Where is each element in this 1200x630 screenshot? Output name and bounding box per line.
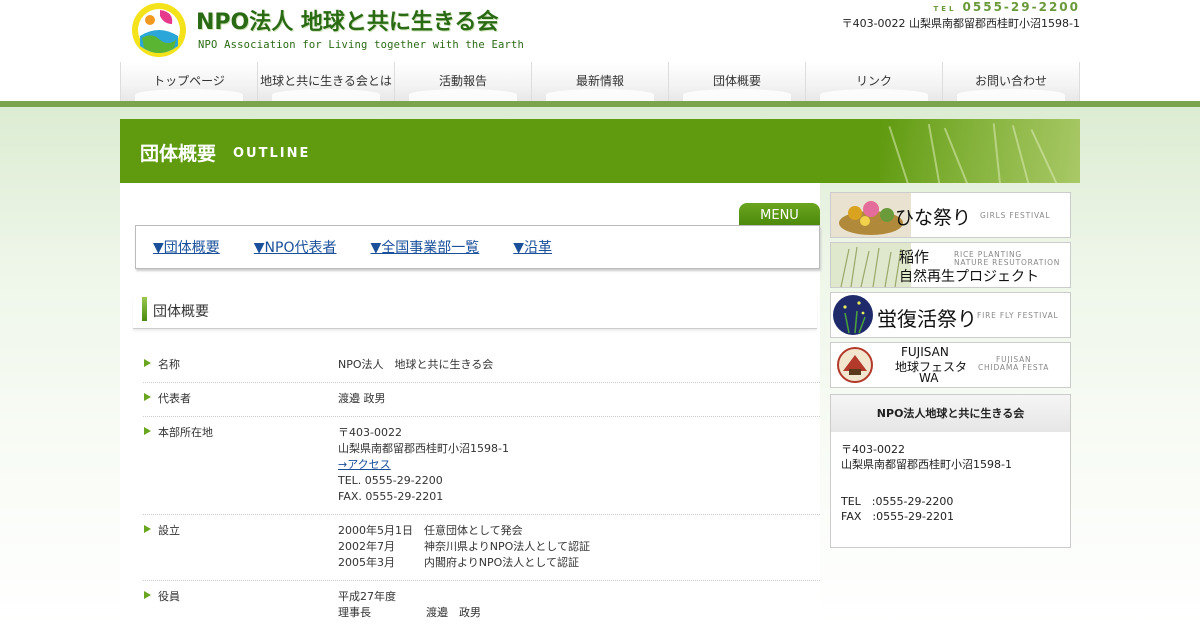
info-value: 渡邉 政男 xyxy=(338,392,386,405)
banner-subtitle-2: NATURE RESUTORATION xyxy=(954,258,1061,267)
banner-subtitle-2: CHIDAMA FESTA xyxy=(978,363,1050,372)
rice-grass-image xyxy=(880,119,1080,183)
history-text: 神奈川県よりNPO法人として認証 xyxy=(424,540,590,553)
logo-subtitle: NPO Association for Living together with… xyxy=(198,39,525,51)
info-value: 平成27年度 理事長 渡邉 政男 xyxy=(338,589,820,621)
banner-title: ひな祭り xyxy=(895,207,972,229)
banner-title: FUJISAN xyxy=(901,345,949,359)
banner-title-3: WA xyxy=(919,371,939,385)
site-header: NPO法人 地球と共に生きる会 NPO Association for Livi… xyxy=(0,0,1200,60)
contact-body: 〒403-0022 山梨県南都留郡西桂町小沼1598-1 TEL :0555-2… xyxy=(831,432,1070,534)
nav-item-outline[interactable]: 団体概要 xyxy=(668,62,805,101)
page-title: 団体概要 xyxy=(140,143,217,165)
menu-link-outline[interactable]: ▼団体概要 xyxy=(153,237,220,257)
contact-box: NPO法人地球と共に生きる会 〒403-0022 山梨県南都留郡西桂町小沼159… xyxy=(830,394,1071,548)
info-row-established: 設立 2000年5月1日 任意団体として発会 2002年7月 神奈川県よりNPO法人… xyxy=(143,515,820,581)
main-content: MENU ▼団体概要 ▼NPO代表者 ▼全国事業部一覧 ▼沿革 団体概要 名称 … xyxy=(120,183,820,630)
hq-address: 山梨県南都留郡西桂町小沼1598-1 xyxy=(338,442,509,455)
nav-item-contact[interactable]: お問い合わせ xyxy=(942,62,1080,101)
contact-title: NPO法人地球と共に生きる会 xyxy=(831,395,1070,432)
nav-item-news[interactable]: 最新情報 xyxy=(531,62,668,101)
contact-tel: TEL :0555-29-2200 xyxy=(841,495,954,508)
contact-fax: FAX :0555-29-2201 xyxy=(841,510,955,523)
logo-earth-icon[interactable] xyxy=(130,2,188,58)
access-link[interactable]: →アクセス xyxy=(338,458,391,471)
hq-fax: FAX. 0555-29-2201 xyxy=(338,490,444,503)
global-nav: トップページ 地球と共に生きる会とは 活動報告 最新情報 団体概要 リンク お問… xyxy=(120,62,1080,101)
info-value: NPO法人 地球と共に生きる会 xyxy=(338,358,494,371)
info-row-headquarters: 本部所在地 〒403-0022 山梨県南都留郡西桂町小沼1598-1 →アクセス… xyxy=(143,417,820,515)
contact-address: 山梨県南都留郡西桂町小沼1598-1 xyxy=(841,458,1012,471)
menu-tab: MENU xyxy=(739,203,820,225)
info-key: 役員 xyxy=(143,589,338,621)
info-key: 本部所在地 xyxy=(143,425,338,505)
hq-tel: TEL. 0555-29-2200 xyxy=(338,474,443,487)
page-title-banner: 団体概要 OUTLINE xyxy=(120,119,1080,183)
info-key: 設立 xyxy=(143,523,338,571)
hq-zip: 〒403-0022 xyxy=(338,426,402,439)
nav-item-about[interactable]: 地球と共に生きる会とは xyxy=(257,62,394,101)
info-row-officers: 役員 平成27年度 理事長 渡邉 政男 xyxy=(143,581,820,630)
menu-link-history[interactable]: ▼沿革 xyxy=(513,237,552,257)
banner-subtitle: FIRE FLY FESTIVAL xyxy=(977,311,1059,320)
history-text: 任意団体として発会 xyxy=(424,524,523,537)
info-row-name: 名称 NPO法人 地球と共に生きる会 xyxy=(143,349,820,383)
history-date: 2002年7月 xyxy=(338,540,395,553)
info-value: 〒403-0022 山梨県南都留郡西桂町小沼1598-1 →アクセス TEL. … xyxy=(338,425,820,505)
history-text: 内閣府よりNPO法人として認証 xyxy=(424,556,579,569)
banner-title-2: 自然再生プロジェクト xyxy=(899,269,1039,285)
menu-link-divisions[interactable]: ▼全国事業部一覧 xyxy=(370,237,479,257)
banner-hina-festival[interactable]: ひな祭り GIRLS FESTIVAL xyxy=(830,192,1071,238)
page-menu: ▼団体概要 ▼NPO代表者 ▼全国事業部一覧 ▼沿革 xyxy=(135,225,820,269)
info-key: 代表者 xyxy=(143,391,338,407)
banner-subtitle: GIRLS FESTIVAL xyxy=(980,211,1051,220)
page-title-en: OUTLINE xyxy=(233,146,311,161)
banner-title: 稲作 xyxy=(899,248,930,266)
officer-year: 平成27年度 xyxy=(338,590,396,603)
header-address: 〒403-0022 山梨県南都留郡西桂町小沼1598-1 xyxy=(841,17,1080,30)
info-key: 名称 xyxy=(143,357,338,373)
header-tel: TEL 0555-29-2200 xyxy=(934,0,1081,14)
section-heading-label: 団体概要 xyxy=(153,304,209,320)
officer-name: 渡邉 政男 xyxy=(426,606,481,619)
info-table: 名称 NPO法人 地球と共に生きる会 代表者 渡邉 政男 本部所在地 〒403-… xyxy=(143,349,820,630)
nav-item-links[interactable]: リンク xyxy=(805,62,942,101)
tel-label: TEL xyxy=(933,5,957,13)
header-divider xyxy=(0,101,1200,107)
nav-item-activity[interactable]: 活動報告 xyxy=(394,62,531,101)
banner-title: 蛍復活祭り xyxy=(877,307,977,331)
history-date: 2000年5月1日 xyxy=(338,524,413,537)
officer-role: 理事長 xyxy=(338,606,371,619)
nav-item-top[interactable]: トップページ xyxy=(120,62,257,101)
banner-firefly-festival[interactable]: 蛍復活祭り FIRE FLY FESTIVAL xyxy=(830,292,1071,338)
banner-rice-planting[interactable]: 稲作 自然再生プロジェクト RICE PLANTING NATURE RESUT… xyxy=(830,242,1071,288)
contact-zip: 〒403-0022 xyxy=(841,443,905,456)
menu-link-representative[interactable]: ▼NPO代表者 xyxy=(254,237,337,257)
info-value: 2000年5月1日 任意団体として発会 2002年7月 神奈川県よりNPO法人として… xyxy=(338,523,820,571)
tel-number: 0555-29-2200 xyxy=(962,0,1080,14)
info-row-representative: 代表者 渡邉 政男 xyxy=(143,383,820,417)
section-heading: 団体概要 xyxy=(133,295,817,329)
sidebar: ひな祭り GIRLS FESTIVAL 稲作 自然再生プロジェクト RICE P… xyxy=(830,192,1071,548)
banner-fujisan-festa[interactable]: FUJISAN 地球フェスタ WA FUJISAN CHIDAMA FESTA xyxy=(830,342,1071,388)
logo-title[interactable]: NPO法人 地球と共に生きる会 xyxy=(196,4,498,36)
history-date: 2005年3月 xyxy=(338,556,395,569)
section-heading-bar xyxy=(142,297,147,321)
